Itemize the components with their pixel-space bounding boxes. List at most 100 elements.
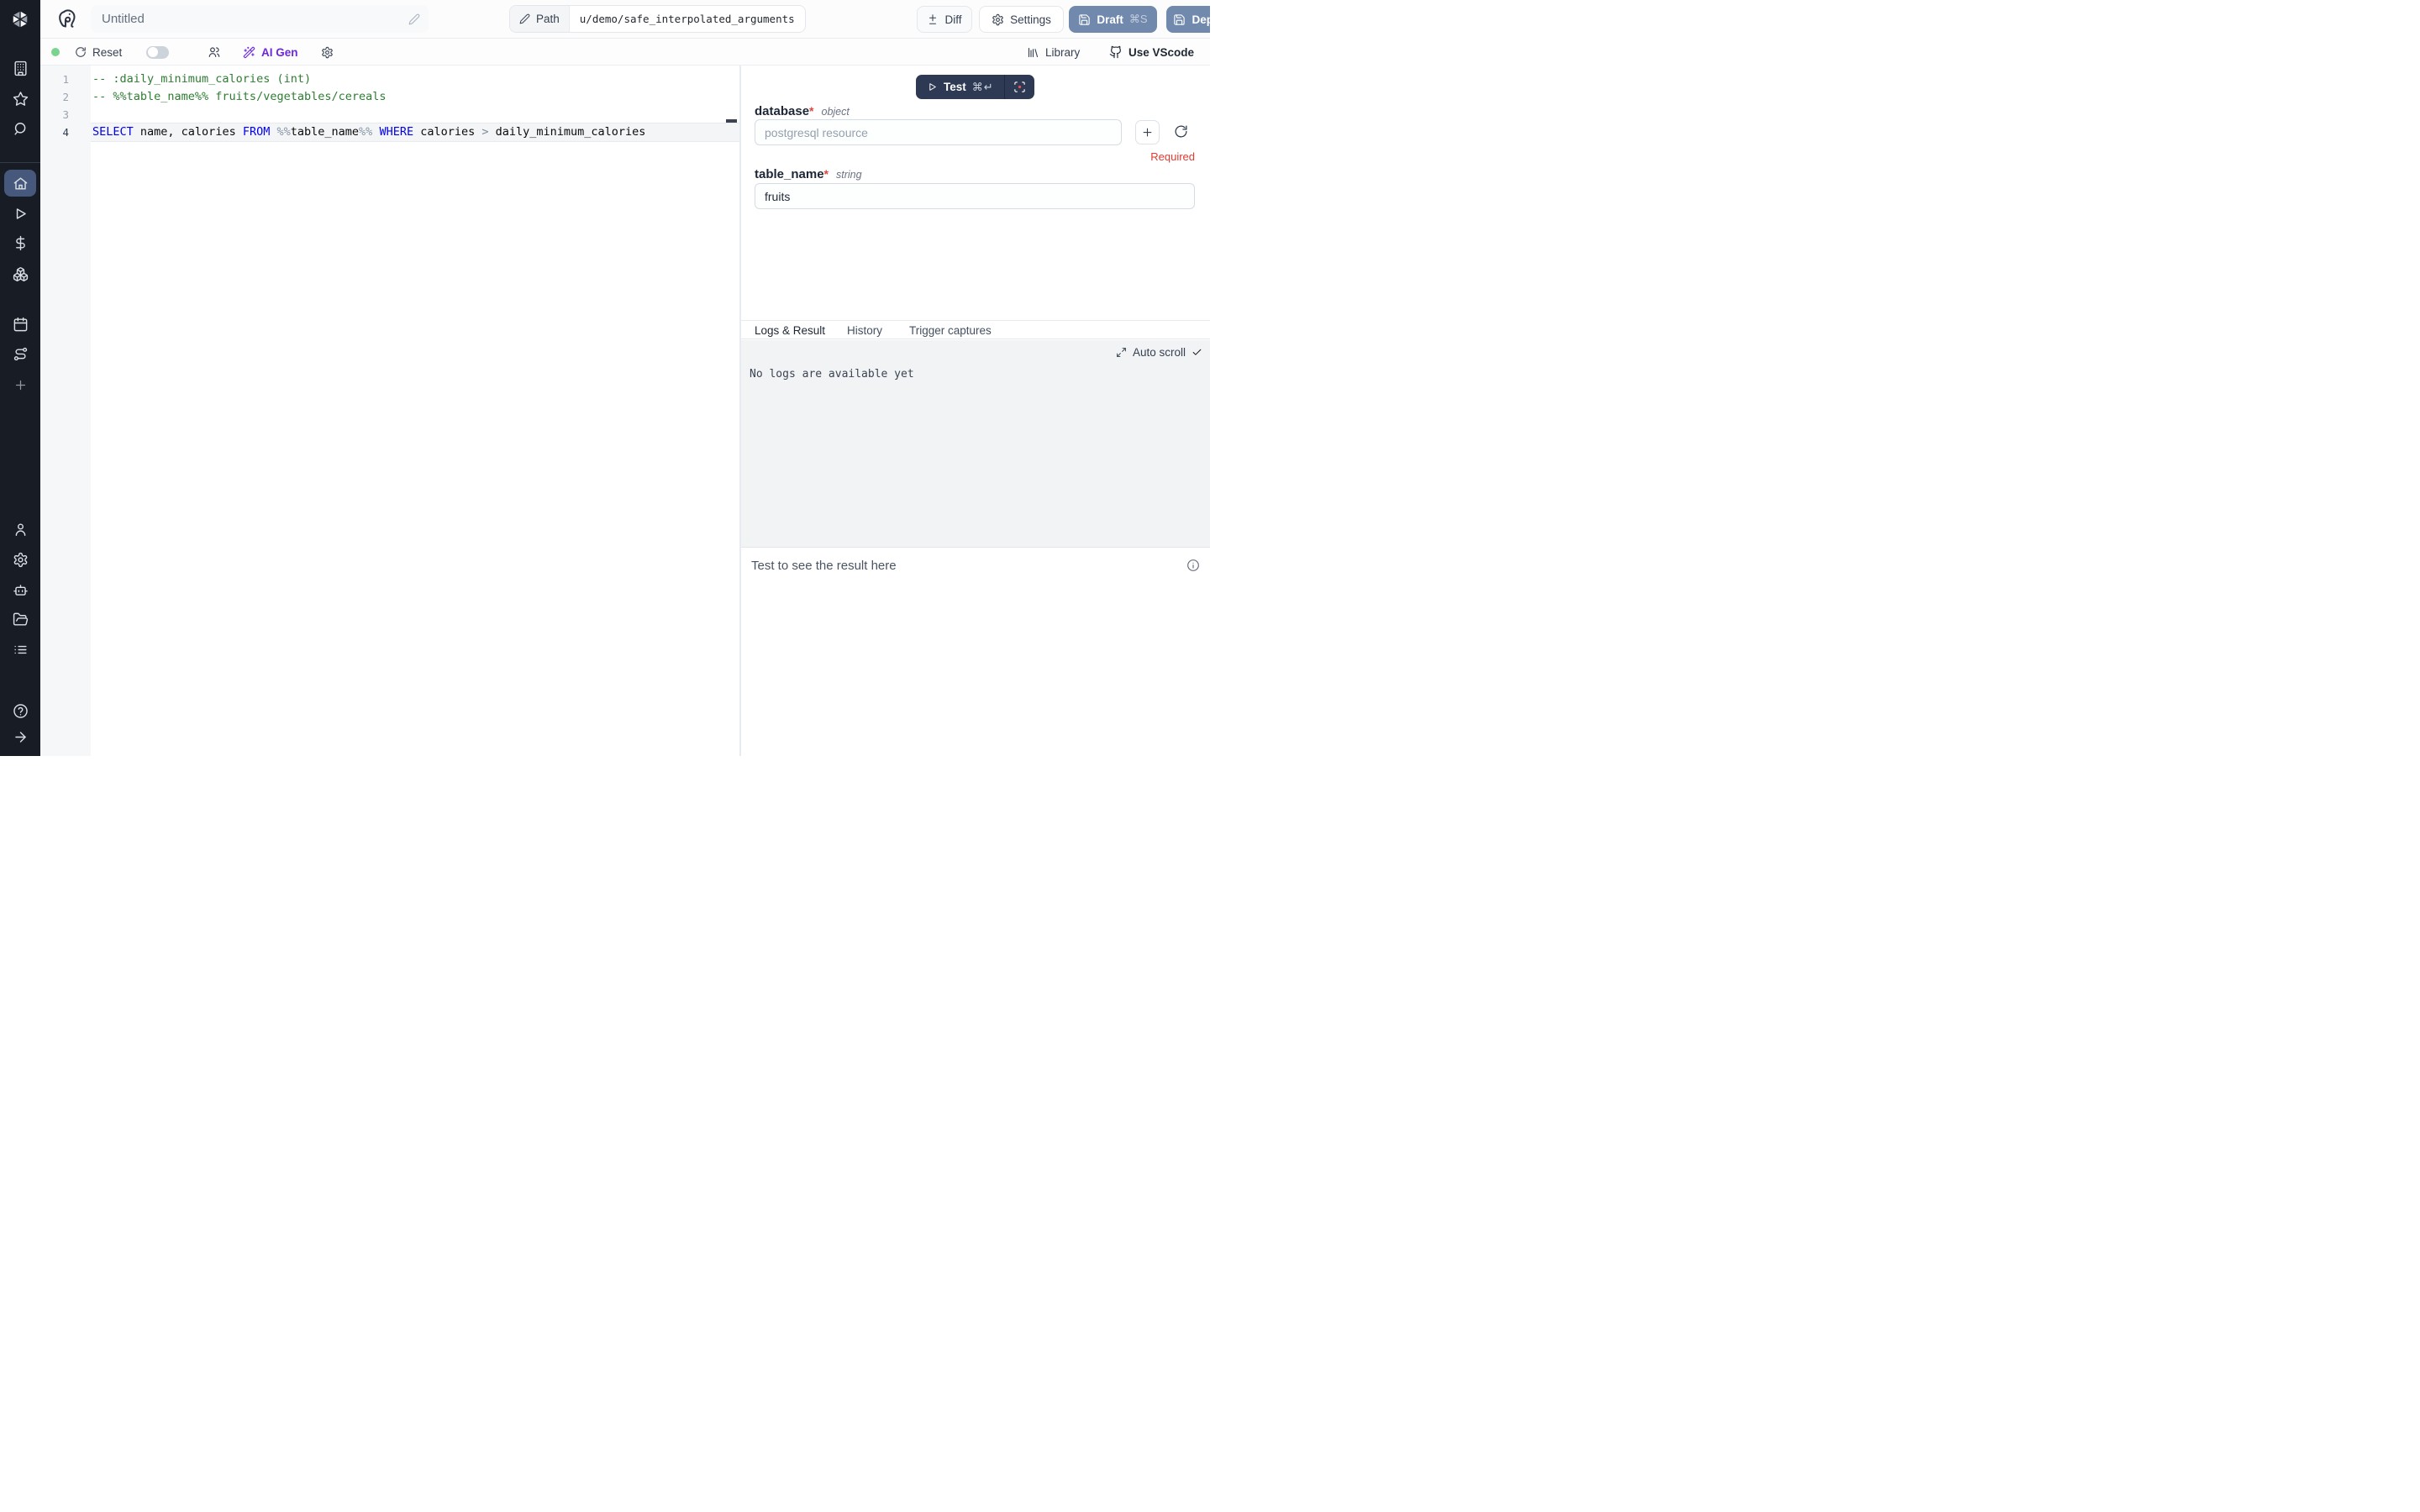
ai-gen-label: AI Gen bbox=[261, 46, 298, 59]
sidebar bbox=[0, 0, 40, 756]
code-text: -- %%table_name%% fruits/vegetables/cere… bbox=[91, 88, 739, 106]
postgresql-icon bbox=[55, 8, 78, 30]
reset-button[interactable]: Reset bbox=[75, 39, 122, 66]
code-line[interactable]: 3 bbox=[40, 106, 739, 123]
sidebar-item-audit-logs[interactable] bbox=[0, 634, 40, 664]
app-window: Path u/demo/safe_interpolated_arguments … bbox=[0, 0, 1210, 756]
info-icon[interactable] bbox=[1186, 559, 1200, 572]
field-label-database: database* object bbox=[755, 104, 850, 119]
test-shortcut: ⌘↵ bbox=[972, 81, 994, 94]
code-line[interactable]: 4SELECT name, calories FROM %%table_name… bbox=[40, 123, 739, 141]
code-line[interactable]: 2-- %%table_name%% fruits/vegetables/cer… bbox=[40, 88, 739, 106]
gear-icon bbox=[13, 552, 29, 568]
status-dot bbox=[51, 48, 60, 56]
edit-title-pencil-icon[interactable] bbox=[408, 13, 420, 25]
windmill-logo[interactable] bbox=[0, 0, 40, 39]
library-icon bbox=[1027, 46, 1039, 59]
add-resource-button[interactable] bbox=[1135, 120, 1160, 144]
editor-settings-button[interactable] bbox=[321, 39, 334, 66]
capture-scan-icon bbox=[1013, 81, 1026, 93]
multiplayer-toggle[interactable] bbox=[146, 46, 169, 59]
test-label: Test bbox=[944, 81, 966, 93]
sidebar-item-add[interactable] bbox=[0, 370, 40, 400]
sidebar-item-workspace[interactable] bbox=[0, 53, 40, 83]
library-button[interactable]: Library bbox=[1027, 39, 1080, 66]
sidebar-item-settings[interactable] bbox=[0, 544, 40, 575]
sidebar-item-workers[interactable] bbox=[0, 575, 40, 605]
sidebar-item-resources[interactable] bbox=[0, 259, 40, 289]
save-icon bbox=[1078, 13, 1091, 26]
sidebar-item-favorites[interactable] bbox=[0, 83, 40, 113]
diff-icon bbox=[927, 13, 939, 25]
table-name-input[interactable] bbox=[755, 183, 1195, 209]
top-bar: Path u/demo/safe_interpolated_arguments … bbox=[40, 0, 1210, 39]
draft-button[interactable]: Draft ⌘S bbox=[1069, 6, 1157, 33]
robot-icon bbox=[13, 582, 29, 598]
settings-button[interactable]: Settings bbox=[979, 6, 1064, 33]
path-value: u/demo/safe_interpolated_arguments bbox=[570, 6, 805, 32]
use-vscode-button[interactable]: Use VScode bbox=[1109, 39, 1194, 66]
path-field[interactable]: Path u/demo/safe_interpolated_arguments bbox=[509, 5, 806, 33]
reset-label: Reset bbox=[92, 46, 122, 59]
deploy-button[interactable]: Deploy bbox=[1166, 6, 1210, 33]
expand-icon[interactable] bbox=[1116, 347, 1127, 358]
save-icon bbox=[1173, 13, 1186, 26]
sidebar-item-runs[interactable] bbox=[0, 198, 40, 228]
capture-button[interactable] bbox=[1005, 75, 1034, 99]
list-icon bbox=[13, 642, 29, 658]
field-name: database bbox=[755, 104, 809, 118]
auto-scroll-toggle[interactable]: Auto scroll bbox=[1116, 346, 1202, 359]
draft-label: Draft bbox=[1097, 13, 1123, 26]
line-number: 1 bbox=[40, 71, 91, 88]
line-number: 2 bbox=[40, 88, 91, 106]
github-icon bbox=[1109, 45, 1123, 59]
collaborators-button[interactable] bbox=[208, 39, 221, 66]
play-icon bbox=[13, 206, 29, 222]
tab-trigger-captures[interactable]: Trigger captures bbox=[909, 321, 992, 340]
sidebar-item-folders[interactable] bbox=[0, 604, 40, 634]
sidebar-item-expand[interactable] bbox=[0, 722, 40, 752]
sidebar-item-schedules[interactable] bbox=[0, 309, 40, 339]
play-icon bbox=[927, 81, 938, 92]
code-lines: 1-- :daily_minimum_calories (int)2-- %%t… bbox=[40, 71, 739, 141]
boxes-icon bbox=[13, 266, 29, 282]
sidebar-item-search[interactable] bbox=[0, 113, 40, 144]
test-button[interactable]: Test ⌘↵ bbox=[916, 75, 1004, 99]
diff-label: Diff bbox=[944, 13, 961, 26]
code-line[interactable]: 1-- :daily_minimum_calories (int) bbox=[40, 71, 739, 88]
result-area: Test to see the result here bbox=[741, 547, 1210, 756]
logs-area: Auto scroll No logs are available yet bbox=[741, 340, 1210, 547]
line-number: 4 bbox=[40, 123, 91, 141]
arrow-right-icon bbox=[13, 729, 29, 745]
script-title-input[interactable] bbox=[102, 12, 408, 26]
field-name: table_name bbox=[755, 167, 824, 181]
refresh-resource-button[interactable] bbox=[1174, 124, 1188, 139]
settings-label: Settings bbox=[1010, 13, 1051, 26]
star-icon bbox=[13, 91, 29, 107]
sidebar-item-flows[interactable] bbox=[0, 339, 40, 369]
code-editor[interactable]: 1-- :daily_minimum_calories (int)2-- %%t… bbox=[40, 66, 739, 756]
database-input[interactable] bbox=[755, 119, 1122, 145]
plus-icon bbox=[1141, 126, 1154, 139]
route-icon bbox=[13, 346, 29, 362]
sidebar-item-account[interactable] bbox=[0, 514, 40, 544]
test-panel: Test ⌘↵ database* object Required table_… bbox=[741, 66, 1210, 756]
sidebar-item-variables[interactable] bbox=[0, 228, 40, 258]
sidebar-item-home[interactable] bbox=[0, 168, 40, 198]
help-icon bbox=[13, 703, 29, 719]
line-number: 3 bbox=[40, 106, 91, 123]
result-hint: Test to see the result here bbox=[751, 559, 897, 573]
sidebar-divider bbox=[0, 162, 40, 163]
tab-logs-result[interactable]: Logs & Result bbox=[755, 321, 825, 340]
code-text: -- :daily_minimum_calories (int) bbox=[91, 71, 739, 88]
script-title-box[interactable] bbox=[91, 5, 429, 33]
required-asterisk: * bbox=[824, 167, 829, 181]
tab-history[interactable]: History bbox=[847, 321, 882, 340]
ai-gen-button[interactable]: AI Gen bbox=[243, 39, 298, 66]
auto-scroll-label: Auto scroll bbox=[1133, 346, 1186, 359]
field-label-table-name: table_name* string bbox=[755, 167, 862, 182]
overview-ruler-mark bbox=[726, 119, 737, 123]
code-text bbox=[91, 106, 739, 123]
diff-button[interactable]: Diff bbox=[917, 6, 972, 33]
logs-empty-message: No logs are available yet bbox=[750, 368, 914, 381]
